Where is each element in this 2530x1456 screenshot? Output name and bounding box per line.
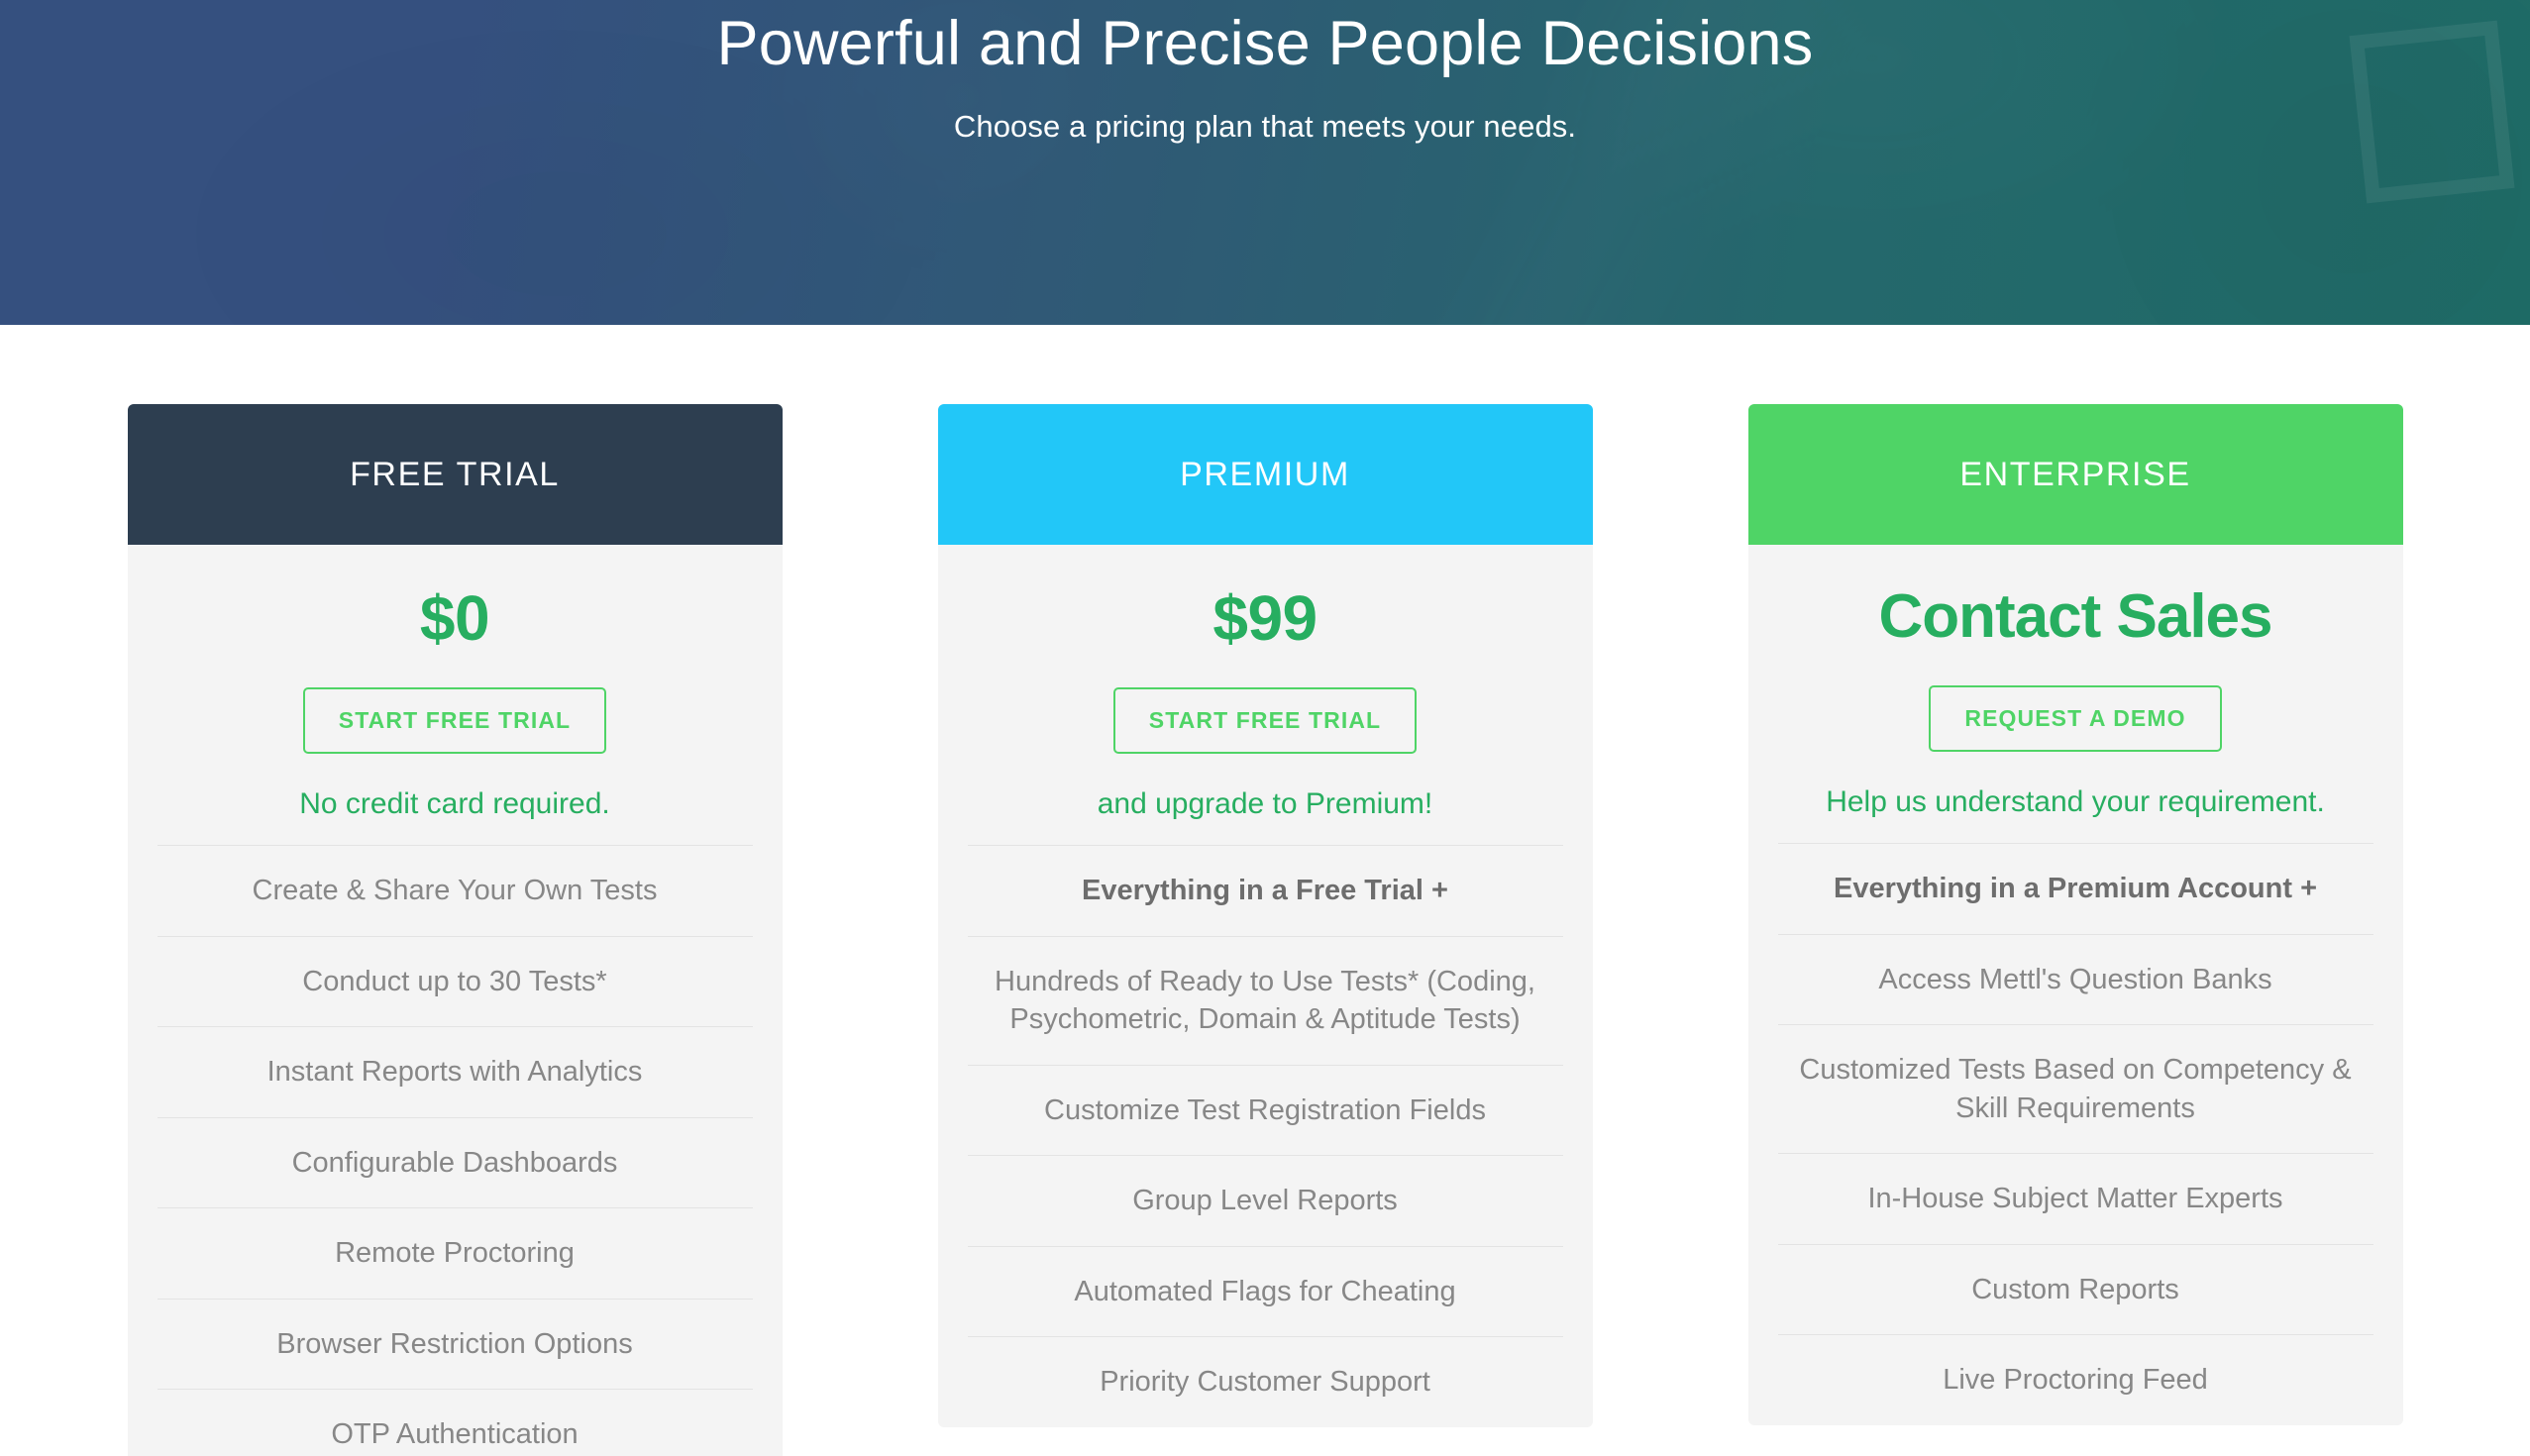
plan-name: ENTERPRISE (1959, 455, 2191, 493)
plan-price: Contact Sales (1878, 582, 2272, 651)
feature-item: Live Proctoring Feed (1777, 1334, 2373, 1425)
plan-feature-list: Everything in a Free Trial + Hundreds of… (967, 845, 1563, 1427)
feature-item: Conduct up to 30 Tests* (157, 935, 753, 1027)
plan-header-premium: PREMIUM (937, 404, 1593, 545)
plan-body-premium: $99 START FREE TRIAL and upgrade to Prem… (938, 545, 1593, 1427)
pricing-card-enterprise: ENTERPRISE Contact Sales REQUEST A DEMO … (1747, 404, 2403, 1425)
feature-item: Group Level Reports (967, 1155, 1563, 1246)
plan-name: PREMIUM (1180, 455, 1350, 493)
pricing-section: FREE TRIAL $0 START FREE TRIAL No credit… (0, 325, 2530, 1456)
plan-feature-list: Everything in a Premium Account + Access… (1777, 843, 2373, 1425)
plan-price: $99 (1212, 582, 1318, 654)
feature-item: Hundreds of Ready to Use Tests* (Coding,… (967, 935, 1563, 1065)
feature-item: Browser Restriction Options (157, 1298, 753, 1390)
feature-item: Custom Reports (1777, 1243, 2373, 1335)
feature-item: OTP Authentication (157, 1389, 753, 1456)
plan-note: Help us understand your requirement. (1826, 785, 2325, 818)
plan-feature-list: Create & Share Your Own Tests Conduct up… (157, 845, 753, 1456)
pricing-card-free-trial: FREE TRIAL $0 START FREE TRIAL No credit… (127, 404, 783, 1456)
plan-price: $0 (419, 582, 490, 654)
feature-item: Everything in a Premium Account + (1777, 843, 2373, 934)
feature-item: In-House Subject Matter Experts (1777, 1153, 2373, 1244)
feature-item: Customized Tests Based on Competency & S… (1777, 1024, 2373, 1153)
plan-cta-wrap: START FREE TRIAL (968, 650, 1563, 754)
feature-item: Priority Customer Support (967, 1336, 1563, 1427)
plan-cta-wrap: REQUEST A DEMO (1778, 648, 2373, 752)
plan-body-free-trial: $0 START FREE TRIAL No credit card requi… (128, 545, 783, 1456)
plan-body-enterprise: Contact Sales REQUEST A DEMO Help us und… (1748, 545, 2403, 1425)
feature-item: Instant Reports with Analytics (157, 1026, 753, 1117)
pricing-card-list: FREE TRIAL $0 START FREE TRIAL No credit… (0, 404, 2530, 1456)
page-title: Powerful and Precise People Decisions (716, 9, 1814, 78)
plan-header-free-trial: FREE TRIAL (127, 404, 783, 545)
plan-note: and upgrade to Premium! (1097, 787, 1433, 820)
start-free-trial-button[interactable]: START FREE TRIAL (302, 687, 607, 754)
feature-item: Remote Proctoring (157, 1207, 753, 1299)
hero-content: Powerful and Precise People Decisions Ch… (0, 0, 2530, 145)
plan-name: FREE TRIAL (350, 455, 560, 493)
plan-header-enterprise: ENTERPRISE (1747, 404, 2403, 545)
feature-item: Customize Test Registration Fields (967, 1064, 1563, 1156)
hero-banner: Powerful and Precise People Decisions Ch… (0, 0, 2530, 325)
page-subtitle: Choose a pricing plan that meets your ne… (953, 109, 1577, 145)
plan-cta-wrap: START FREE TRIAL (158, 650, 753, 754)
feature-item: Access Mettl's Question Banks (1777, 933, 2373, 1025)
feature-item: Automated Flags for Cheating (967, 1245, 1563, 1337)
pricing-card-premium: PREMIUM $99 START FREE TRIAL and upgrade… (937, 404, 1593, 1427)
feature-item: Create & Share Your Own Tests (157, 845, 753, 936)
feature-item: Everything in a Free Trial + (967, 845, 1563, 936)
request-a-demo-button[interactable]: REQUEST A DEMO (1929, 685, 2222, 752)
plan-note: No credit card required. (299, 787, 610, 820)
start-free-trial-button[interactable]: START FREE TRIAL (1112, 687, 1418, 754)
feature-item: Configurable Dashboards (157, 1116, 753, 1208)
